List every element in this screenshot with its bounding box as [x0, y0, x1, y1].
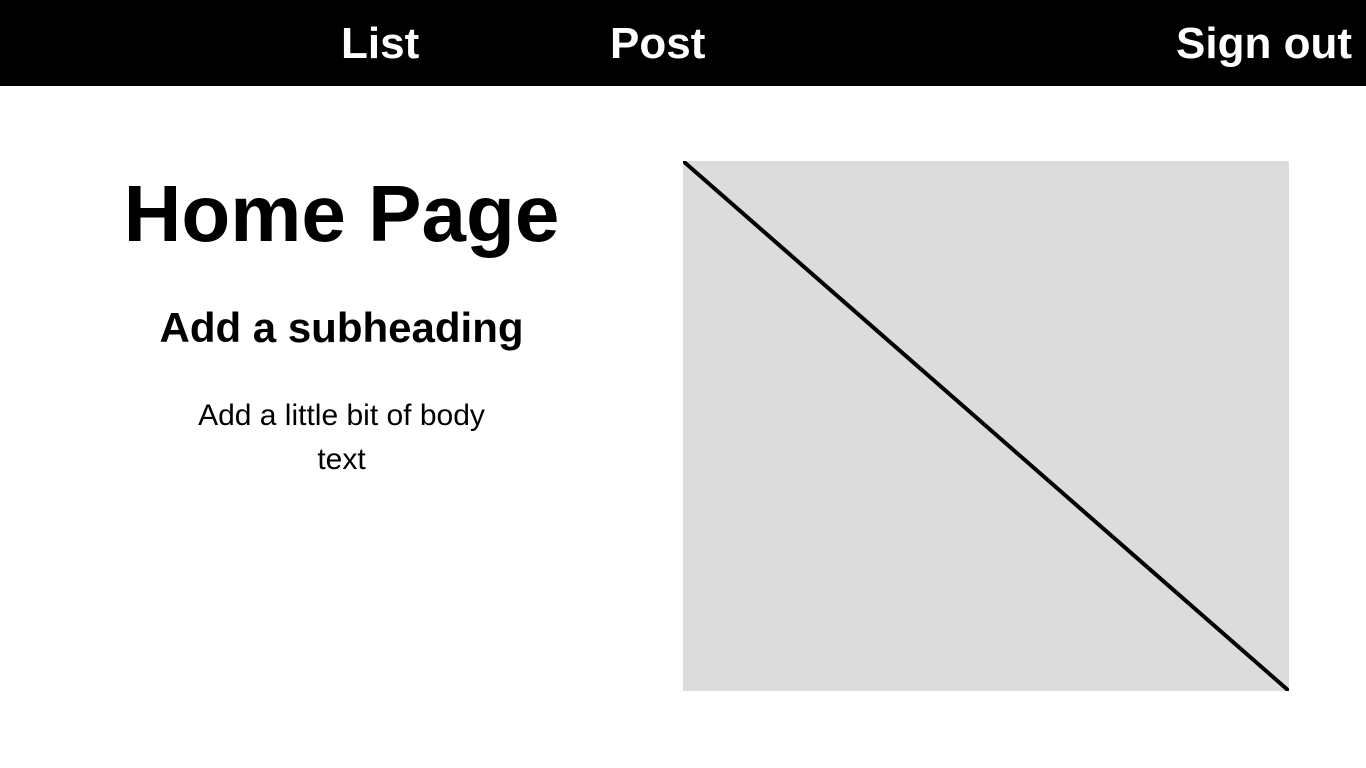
nav-post-link[interactable]: Post: [610, 0, 705, 86]
image-placeholder-icon: [683, 161, 1289, 691]
nav-list-link[interactable]: List: [341, 0, 419, 86]
hero-section: Home Page Add a subheading Add a little …: [0, 86, 683, 768]
sign-out-link[interactable]: Sign out: [1176, 0, 1352, 86]
top-navbar: List Post Sign out: [0, 0, 1366, 86]
subheading: Add a subheading: [159, 304, 524, 351]
image-placeholder: [683, 161, 1289, 691]
body-text: Add a little bit of body text: [198, 399, 485, 476]
page-title: Home Page: [123, 169, 560, 258]
placeholder-diagonal-line: [683, 161, 1289, 691]
